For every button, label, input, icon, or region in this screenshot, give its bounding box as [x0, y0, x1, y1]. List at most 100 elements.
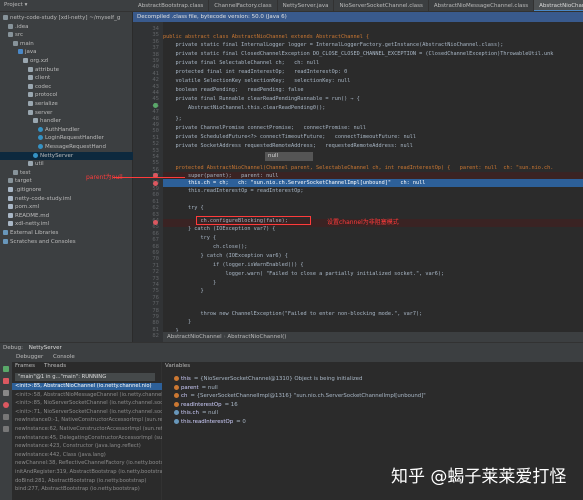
watermark: 知乎 @蝎子莱莱爱打怪 [391, 462, 566, 487]
tree-item[interactable]: server [0, 109, 133, 117]
debug-header: Debug: NettyServer [0, 342, 583, 352]
tab-2[interactable]: NettyServer.java [278, 0, 335, 11]
stack-frame[interactable]: newInstance:45, DelegatingConstructorAcc… [15, 435, 162, 442]
stack-frame[interactable]: newChannel:38, ReflectiveChannelFactory … [15, 460, 162, 467]
variable-name: this.readInterestOp [181, 419, 234, 425]
tab-1[interactable]: ChannelFactory.class [209, 0, 278, 11]
tree-item[interactable]: External Libraries [0, 229, 133, 237]
line-number: 71 [152, 262, 159, 269]
stack-frame[interactable]: newInstance:62, NativeConstructorAccesso… [15, 426, 162, 433]
class-icon [33, 152, 38, 158]
resume-icon[interactable] [3, 366, 9, 372]
line-number: 63 [152, 211, 159, 218]
annotation-highlight-box [196, 216, 311, 225]
stack-frame[interactable]: newInstance:423, Constructor (java.lang.… [15, 443, 162, 450]
stack-frame[interactable]: bind:277, AbstractBootstrap (io.netty.bo… [15, 486, 162, 493]
tree-item[interactable]: java [0, 48, 133, 56]
tab-5[interactable]: AbstractNioChannel.class [534, 0, 583, 11]
variable-row[interactable]: this.readInterestOp = 0 [174, 418, 246, 426]
pkg-icon [28, 101, 33, 106]
line-number: 72 [152, 269, 159, 276]
tab-0[interactable]: AbstractBootstrap.class [133, 0, 210, 11]
stack-frame[interactable]: initAndRegister:319, AbstractBootstrap (… [15, 469, 162, 476]
breakpoint-icon[interactable] [153, 181, 158, 186]
tree-item[interactable]: src [0, 31, 133, 39]
project-header-label[interactable]: Project ▾ [4, 2, 27, 8]
line-number: 68 [152, 243, 159, 250]
tree-item[interactable]: .idea [0, 23, 133, 31]
tree-item[interactable]: Scratches and Consoles [0, 238, 133, 246]
stack-frame[interactable]: <init>:85, AbstractNioChannel (io.netty.… [12, 383, 162, 391]
folder-icon [13, 40, 18, 46]
variable-row[interactable]: readInterestOp = 16 [174, 401, 238, 409]
stack-frame[interactable]: <init>:85, NioServerSocketChannel (io.ne… [15, 400, 162, 407]
mute-breakpoints-icon[interactable] [3, 414, 9, 420]
code-line: protected AbstractNioChannel(Channel par… [163, 165, 554, 171]
tree-item[interactable]: main [0, 40, 133, 48]
tab-debugger[interactable]: Debugger [16, 354, 43, 360]
tab-3[interactable]: NioServerSocketChannel.class [334, 0, 429, 11]
file-icon [8, 212, 13, 218]
tree-item[interactable]: LoginRequestHandler [0, 134, 133, 142]
debug-session-tab[interactable]: NettyServer [29, 345, 62, 351]
tree-item[interactable]: handler [0, 117, 133, 125]
pkg-icon [23, 58, 28, 63]
tree-item[interactable]: attribute [0, 66, 133, 74]
tab-console[interactable]: Console [53, 354, 75, 360]
pkg-icon [28, 75, 33, 81]
tree-item-label: .gitignore [15, 187, 42, 193]
breakpoint-icon[interactable] [153, 220, 158, 225]
variable-row[interactable]: ch = {ServerSocketChannelImpl@1316} "sun.… [174, 392, 426, 400]
line-number: 55 [152, 160, 159, 167]
line-number: 75 [152, 288, 159, 295]
folder-icon [3, 15, 8, 20]
tree-item[interactable]: AuthHandler [0, 126, 133, 134]
project-header[interactable]: Project ▾ [0, 0, 133, 12]
code-line: protected final int readInterestOp; read… [163, 69, 348, 75]
threads-label[interactable]: Threads [44, 363, 66, 369]
tree-item[interactable]: NettyServer [0, 151, 133, 160]
line-number: 77 [152, 301, 159, 308]
tree-item-label: External Libraries [10, 230, 59, 236]
tree-item[interactable]: .gitignore [0, 186, 133, 194]
settings-icon[interactable] [3, 426, 9, 432]
tree-item[interactable]: codec [0, 83, 133, 91]
breadcrumb-right[interactable]: AbstractNioChannel() [227, 334, 286, 340]
stop-icon[interactable] [3, 378, 9, 384]
tab-4[interactable]: AbstractNioMessageChannel.class [429, 0, 535, 11]
lib-icon [3, 238, 8, 244]
variable-row[interactable]: this = {NioServerSocketChannel@1310} Obje… [174, 375, 362, 383]
thread-select[interactable]: "main"@1 in g..."main": RUNNING [15, 373, 155, 381]
tree-item[interactable]: org.xzl [0, 57, 133, 65]
breadcrumb-left[interactable]: AbstractNioChannel [167, 334, 222, 340]
stack-frame[interactable]: doBind:281, AbstractBootstrap (io.netty.… [15, 478, 162, 485]
stack-frame[interactable]: newInstance0:-1, NativeConstructorAccess… [15, 417, 162, 424]
code-line: }; [163, 116, 182, 122]
variable-name: parent [181, 384, 199, 391]
frames-label[interactable]: Frames [15, 363, 35, 369]
variable-row[interactable]: this.ch = null [174, 409, 218, 417]
breadcrumb: AbstractNioChannel › AbstractNioChannel(… [163, 332, 583, 342]
tree-item[interactable]: protocol [0, 91, 133, 99]
pause-icon[interactable] [3, 390, 9, 396]
tab-label: AbstractNioChannel.class [539, 3, 583, 9]
variable-name: ch [181, 393, 188, 400]
stack-frame[interactable]: newInstance:442, Class (java.lang) [15, 452, 162, 459]
view-breakpoints-icon[interactable] [3, 402, 9, 408]
code-editor[interactable]: public abstract class AbstractNioChannel… [163, 22, 583, 332]
pkg-icon [28, 92, 33, 98]
variable-row[interactable]: parent = null [174, 384, 218, 392]
tree-item[interactable]: README.md [0, 212, 133, 220]
tree-item[interactable]: MessageRequestHand [0, 143, 133, 151]
tree-item[interactable]: xdl-netty.iml [0, 220, 133, 228]
override-icon[interactable] [153, 103, 158, 108]
tree-item[interactable]: pom.xml [0, 203, 133, 211]
stack-frame[interactable]: <init>:71, NioServerSocketChannel (io.ne… [15, 409, 162, 416]
tree-item[interactable]: serialize [0, 100, 133, 108]
stack-frame[interactable]: <init>:58, AbstractNioMessageChannel (io… [15, 392, 162, 399]
tree-item[interactable]: util [0, 160, 133, 168]
editor-gutter[interactable]: 3435363738394041424344454647484950515253… [133, 22, 163, 342]
tree-item[interactable]: netty-code-study.iml [0, 195, 133, 203]
tree-item[interactable]: netty-code-study [xdl-netty] ~/myself_g [0, 14, 133, 22]
tree-item[interactable]: client [0, 74, 133, 82]
